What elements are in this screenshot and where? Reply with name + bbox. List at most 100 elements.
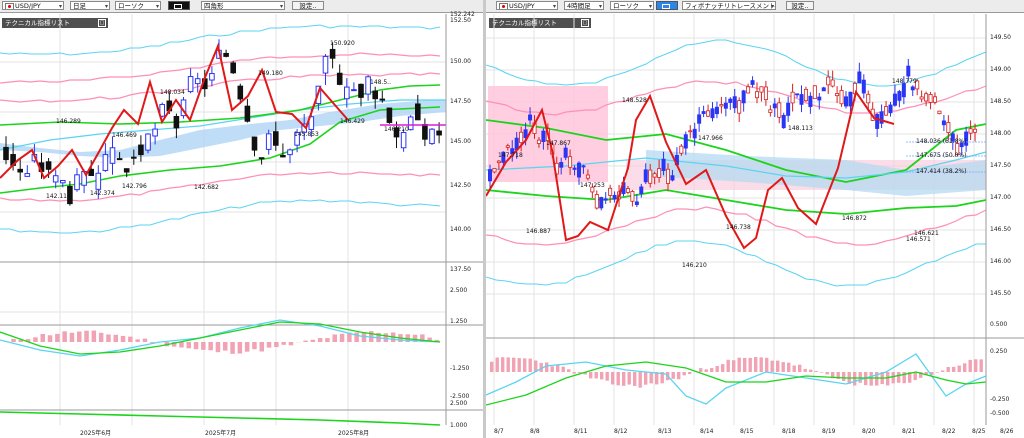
candle-body [17, 168, 23, 173]
candle-body [407, 116, 414, 131]
candle-body [710, 108, 715, 119]
candle-body [777, 102, 782, 118]
macd-histogram-bar [252, 342, 257, 350]
date-tick-label: 8/11 [574, 428, 588, 435]
candle-body [237, 85, 244, 100]
macd-histogram-bar [142, 338, 148, 342]
candle-body [492, 168, 497, 173]
oscillator-tick-label: 1.000 [450, 422, 468, 429]
candle-body [3, 146, 9, 161]
macd-histogram-bar [288, 342, 294, 346]
macd-histogram-bar [748, 357, 752, 372]
candle-body [344, 86, 350, 100]
macd-histogram-bar [820, 372, 824, 373]
candle-body [131, 156, 137, 159]
macd-histogram-bar [688, 372, 692, 375]
price-annotation: 146.571 [906, 236, 931, 243]
candle-body [750, 80, 755, 85]
price-annotation: 148.528 [622, 97, 647, 104]
macd-histogram-bar [106, 334, 111, 342]
macd-histogram-bar [84, 330, 89, 342]
candle-body [821, 87, 826, 92]
candle-body [888, 104, 893, 114]
price-annotation: 146.872 [842, 215, 867, 222]
date-tick-label: 8/13 [658, 428, 672, 435]
macd-histogram-bar [512, 357, 516, 372]
candle-body [436, 130, 442, 136]
macd-histogram-bar [616, 372, 620, 386]
candle-body [670, 175, 675, 181]
macd-histogram-bar [913, 372, 917, 381]
oscillator-tick-label: 2.500 [450, 400, 468, 407]
candle-body [45, 161, 52, 170]
candle-body [866, 93, 871, 104]
price-tick-label: 149.50 [990, 34, 1011, 41]
macd-histogram-bar [891, 372, 895, 384]
macd-histogram-bar [611, 372, 615, 385]
candle-body [861, 79, 866, 94]
candle-body [692, 128, 697, 139]
macd-histogram-bar [897, 372, 901, 383]
date-tick-label: 8/15 [740, 428, 754, 435]
price-tick-label: 142.50 [450, 182, 471, 189]
date-tick-label: 8/18 [782, 428, 796, 435]
candle-body [924, 93, 929, 102]
candle-body [351, 89, 357, 92]
candle-body [386, 107, 393, 123]
candle-body [759, 86, 764, 93]
macd-histogram-bar [62, 331, 67, 342]
price-annotation: 147.966 [698, 135, 723, 142]
macd-histogram-bar [128, 336, 133, 342]
macd-histogram-bar [979, 359, 983, 372]
price-annotation: 142.114 [46, 193, 71, 200]
candle-body [732, 96, 737, 109]
macd-histogram-bar [244, 342, 250, 352]
candle-body [612, 194, 617, 200]
date-tick-label: 8/22 [942, 428, 956, 435]
candle-body [746, 86, 751, 94]
oscillator-tick-label: 1.250 [450, 318, 468, 325]
macd-histogram-bar [682, 372, 686, 376]
4h-chart-panel[interactable]: USD/JPY 4時間足 ローソク フィボナッチリトレースメント 設定.. テク… [486, 0, 1024, 438]
price-tick-label: 146.00 [990, 258, 1011, 265]
oscillator-tick-label: 0.250 [990, 348, 1008, 355]
macd-histogram-bar [743, 357, 747, 372]
candle-body [884, 106, 889, 116]
macd-histogram-bar [215, 342, 221, 353]
price-annotation: 142.374 [90, 190, 115, 197]
daily-chart-panel[interactable]: USD/JPY 日足 ローソク 四角形 設定.. テクニカル指標リスト□ 150… [0, 0, 484, 438]
macd-histogram-bar [787, 362, 791, 372]
candle-body [741, 90, 746, 104]
candle-body [187, 76, 194, 93]
candle-body [652, 173, 657, 178]
price-annotation: 147.718 [498, 152, 523, 159]
macd-histogram-bar [506, 357, 510, 372]
oscillator-tick-label: -0.500 [990, 410, 1010, 417]
macd-histogram-bar [715, 365, 719, 372]
candle-body [372, 90, 378, 100]
macd-histogram-bar [33, 337, 38, 342]
candle-body [630, 191, 635, 202]
date-tick-label: 2025年6月 [80, 430, 112, 437]
price-tick-label: 152.50 [450, 17, 471, 24]
macd-histogram-bar [572, 372, 576, 374]
candle-body [251, 136, 258, 151]
candle-body [244, 105, 251, 122]
candle-body [173, 115, 180, 129]
candle-body [559, 162, 564, 168]
candle-body [919, 96, 924, 100]
macd-histogram-bar [814, 370, 818, 372]
macd-histogram-bar [754, 357, 758, 372]
candle-body [790, 91, 795, 104]
macd-histogram-bar [77, 331, 82, 342]
candle-body [541, 130, 546, 143]
candle-body [123, 168, 130, 173]
fibonacci-label: 147.675 (50.0%) [916, 152, 967, 159]
candle-body [74, 174, 80, 191]
candle-body [599, 197, 604, 209]
macd-histogram-bar [383, 333, 389, 342]
price-annotation: 149.180 [258, 70, 283, 77]
macd-histogram-bar [69, 332, 75, 342]
candle-body [706, 110, 711, 117]
candle-body [657, 168, 662, 178]
